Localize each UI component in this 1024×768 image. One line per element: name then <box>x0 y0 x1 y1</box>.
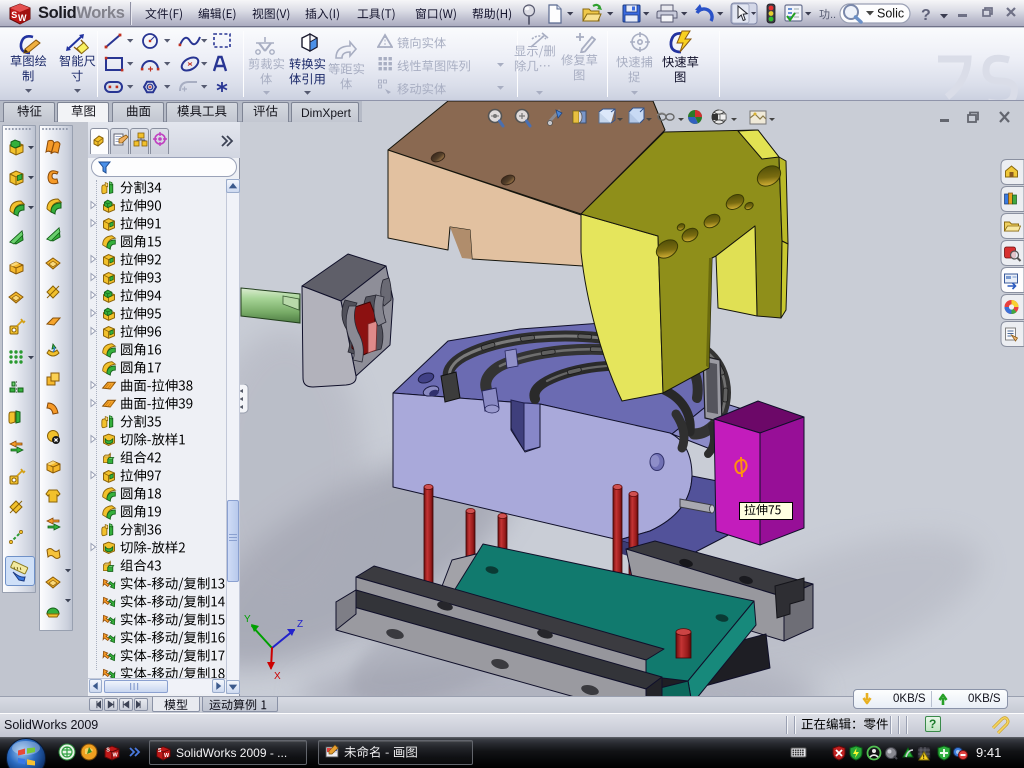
svg-text:Z: Z <box>297 619 303 630</box>
svg-text:S: S <box>106 748 110 754</box>
svg-text:!: ! <box>923 755 925 761</box>
svg-text:功..: 功.. <box>819 8 836 21</box>
svg-text:W: W <box>113 753 119 759</box>
svg-text:W: W <box>18 13 27 23</box>
svg-text:?: ? <box>921 7 931 24</box>
svg-text:X: X <box>274 671 281 682</box>
svg-text:Solic: Solic <box>877 7 904 21</box>
svg-text:S: S <box>158 748 162 754</box>
svg-text:Y: Y <box>244 614 251 625</box>
svg-text:S: S <box>11 10 17 20</box>
